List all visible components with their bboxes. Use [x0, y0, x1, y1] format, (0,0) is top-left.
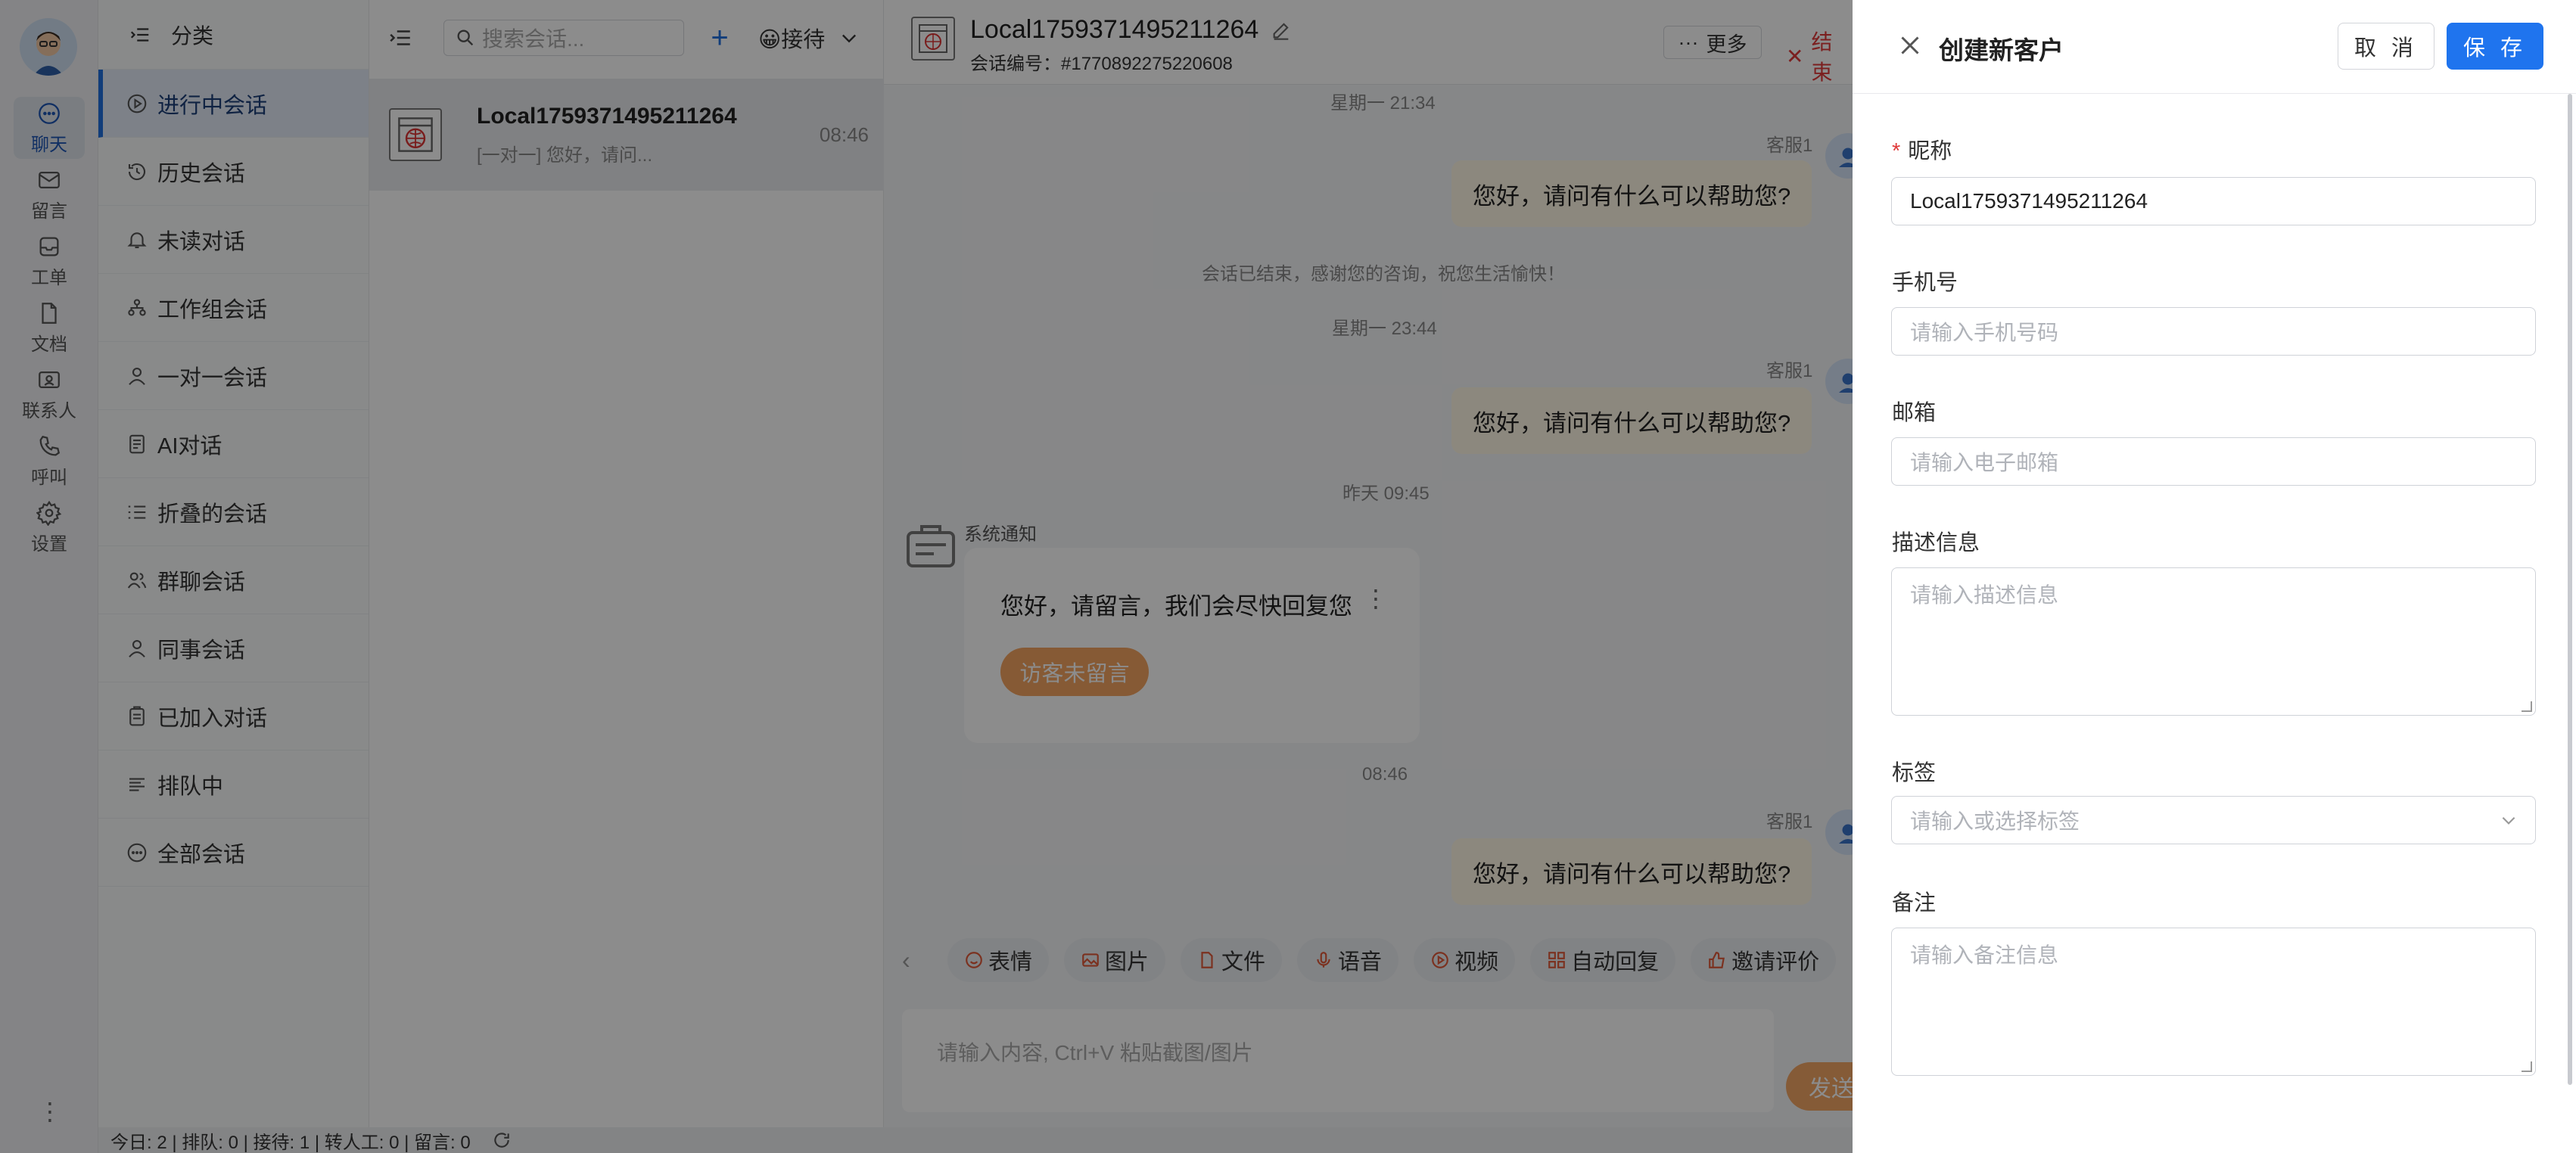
- drawer-scrollbar[interactable]: [2568, 94, 2572, 1085]
- phone-field[interactable]: 请输入手机号码: [1891, 307, 2536, 356]
- phone-label: 手机号: [1892, 271, 1958, 295]
- modal-backdrop[interactable]: [0, 0, 1853, 1153]
- required-asterisk: *: [1892, 139, 1901, 163]
- cancel-button[interactable]: 取 消: [2338, 23, 2434, 70]
- note-placeholder: 请输入备注信息: [1910, 943, 2059, 967]
- drawer-header: 创建新客户 取 消 保 存: [1853, 0, 2576, 94]
- nickname-value: Local1759371495211264: [1910, 189, 2148, 213]
- resize-handle-icon[interactable]: [2522, 701, 2532, 712]
- note-textarea[interactable]: 请输入备注信息: [1891, 928, 2536, 1076]
- nickname-label: * 昵称: [1892, 133, 1952, 165]
- tags-placeholder: 请输入或选择标签: [1910, 810, 2080, 833]
- create-customer-drawer: 创建新客户 取 消 保 存 * 昵称 Local1759371495211264 …: [1853, 0, 2576, 1153]
- email-label: 邮箱: [1892, 401, 1937, 425]
- drawer-title: 创建新客户: [1939, 36, 2064, 64]
- tags-label: 标签: [1892, 761, 1937, 785]
- description-placeholder: 请输入描述信息: [1910, 583, 2059, 607]
- save-button[interactable]: 保 存: [2447, 23, 2543, 70]
- chevron-down-icon: [2502, 816, 2515, 825]
- description-textarea[interactable]: 请输入描述信息: [1891, 567, 2536, 716]
- email-field[interactable]: 请输入电子邮箱: [1891, 437, 2536, 486]
- tags-select[interactable]: 请输入或选择标签: [1891, 796, 2536, 844]
- close-icon[interactable]: [1896, 32, 1924, 59]
- phone-placeholder: 请输入手机号码: [1910, 321, 2059, 344]
- email-placeholder: 请输入电子邮箱: [1910, 451, 2059, 474]
- nickname-label-text: 昵称: [1908, 139, 1952, 163]
- nickname-field[interactable]: Local1759371495211264: [1891, 177, 2536, 225]
- resize-handle-icon[interactable]: [2522, 1061, 2532, 1072]
- description-label: 描述信息: [1892, 531, 1980, 555]
- note-label: 备注: [1892, 891, 1937, 915]
